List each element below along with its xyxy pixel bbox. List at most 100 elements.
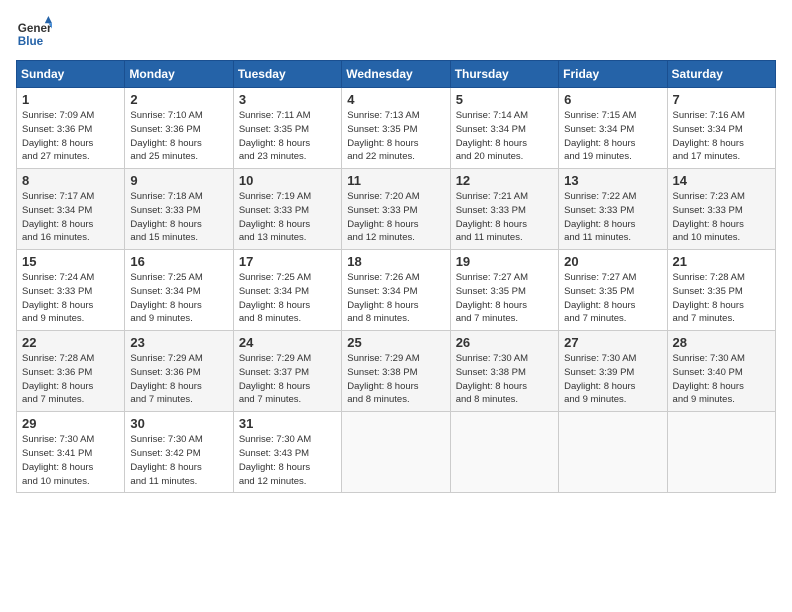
day-number: 8 [22,173,119,188]
day-info: Sunrise: 7:09 AM Sunset: 3:36 PM Dayligh… [22,109,119,164]
calendar-cell [667,412,775,493]
calendar-week-row: 8 Sunrise: 7:17 AM Sunset: 3:34 PM Daylig… [17,169,776,250]
calendar-cell: 31Sunrise: 7:30 AM Sunset: 3:43 PM Dayli… [233,412,341,493]
calendar-week-row: 15 Sunrise: 7:24 AM Sunset: 3:33 PM Dayli… [17,250,776,331]
header-thursday: Thursday [450,61,558,88]
day-number: 24 [239,335,336,350]
day-number: 11 [347,173,444,188]
day-number: 25 [347,335,444,350]
day-info: Sunrise: 7:21 AM Sunset: 3:33 PM Dayligh… [456,190,553,245]
day-info: Sunrise: 7:13 AM Sunset: 3:35 PM Dayligh… [347,109,444,164]
day-number: 3 [239,92,336,107]
calendar-cell [450,412,558,493]
day-number: 14 [673,173,770,188]
calendar-cell: 29 Sunrise: 7:30 AM Sunset: 3:41 PM Dayli… [17,412,125,493]
day-info: Sunrise: 7:19 AM Sunset: 3:33 PM Dayligh… [239,190,336,245]
calendar-cell: 20Sunrise: 7:27 AM Sunset: 3:35 PM Dayli… [559,250,667,331]
header-tuesday: Tuesday [233,61,341,88]
day-info: Sunrise: 7:25 AM Sunset: 3:34 PM Dayligh… [130,271,227,326]
calendar-cell: 25 Sunrise: 7:29 AM Sunset: 3:38 PM Dayli… [342,331,450,412]
day-number: 28 [673,335,770,350]
svg-text:Blue: Blue [18,35,44,48]
header-saturday: Saturday [667,61,775,88]
calendar-cell: 10 Sunrise: 7:19 AM Sunset: 3:33 PM Dayli… [233,169,341,250]
day-info: Sunrise: 7:30 AM Sunset: 3:41 PM Dayligh… [22,433,119,488]
day-info: Sunrise: 7:15 AM Sunset: 3:34 PM Dayligh… [564,109,661,164]
day-number: 9 [130,173,227,188]
header-wednesday: Wednesday [342,61,450,88]
calendar-week-row: 1Sunrise: 7:09 AM Sunset: 3:36 PM Daylig… [17,88,776,169]
logo-icon: General Blue [16,16,52,52]
day-number: 7 [673,92,770,107]
day-info: Sunrise: 7:30 AM Sunset: 3:39 PM Dayligh… [564,352,661,407]
calendar-week-row: 22 Sunrise: 7:28 AM Sunset: 3:36 PM Dayli… [17,331,776,412]
calendar-cell: 24 Sunrise: 7:29 AM Sunset: 3:37 PM Dayli… [233,331,341,412]
day-info: Sunrise: 7:29 AM Sunset: 3:36 PM Dayligh… [130,352,227,407]
calendar-cell: 5Sunrise: 7:14 AM Sunset: 3:34 PM Daylig… [450,88,558,169]
day-info: Sunrise: 7:22 AM Sunset: 3:33 PM Dayligh… [564,190,661,245]
calendar-cell: 4 Sunrise: 7:13 AM Sunset: 3:35 PM Daylig… [342,88,450,169]
day-number: 10 [239,173,336,188]
day-info: Sunrise: 7:20 AM Sunset: 3:33 PM Dayligh… [347,190,444,245]
calendar-cell: 27 Sunrise: 7:30 AM Sunset: 3:39 PM Dayli… [559,331,667,412]
day-info: Sunrise: 7:30 AM Sunset: 3:43 PM Dayligh… [239,433,336,488]
day-info: Sunrise: 7:27 AM Sunset: 3:35 PM Dayligh… [456,271,553,326]
day-number: 17 [239,254,336,269]
day-number: 5 [456,92,553,107]
day-info: Sunrise: 7:28 AM Sunset: 3:35 PM Dayligh… [673,271,770,326]
day-number: 4 [347,92,444,107]
day-number: 2 [130,92,227,107]
calendar-cell [342,412,450,493]
calendar-cell: 6 Sunrise: 7:15 AM Sunset: 3:34 PM Daylig… [559,88,667,169]
day-info: Sunrise: 7:29 AM Sunset: 3:37 PM Dayligh… [239,352,336,407]
day-number: 6 [564,92,661,107]
calendar-cell: 28 Sunrise: 7:30 AM Sunset: 3:40 PM Dayli… [667,331,775,412]
header-sunday: Sunday [17,61,125,88]
day-number: 16 [130,254,227,269]
day-number: 30 [130,416,227,431]
day-info: Sunrise: 7:16 AM Sunset: 3:34 PM Dayligh… [673,109,770,164]
day-info: Sunrise: 7:25 AM Sunset: 3:34 PM Dayligh… [239,271,336,326]
calendar-cell: 21 Sunrise: 7:28 AM Sunset: 3:35 PM Dayli… [667,250,775,331]
calendar-cell: 18 Sunrise: 7:26 AM Sunset: 3:34 PM Dayli… [342,250,450,331]
day-info: Sunrise: 7:30 AM Sunset: 3:42 PM Dayligh… [130,433,227,488]
day-number: 15 [22,254,119,269]
calendar-cell: 15 Sunrise: 7:24 AM Sunset: 3:33 PM Dayli… [17,250,125,331]
calendar-cell: 14 Sunrise: 7:23 AM Sunset: 3:33 PM Dayli… [667,169,775,250]
calendar-cell: 26Sunrise: 7:30 AM Sunset: 3:38 PM Dayli… [450,331,558,412]
calendar-cell: 3 Sunrise: 7:11 AM Sunset: 3:35 PM Daylig… [233,88,341,169]
day-number: 22 [22,335,119,350]
day-number: 13 [564,173,661,188]
day-number: 12 [456,173,553,188]
day-info: Sunrise: 7:28 AM Sunset: 3:36 PM Dayligh… [22,352,119,407]
calendar-cell: 12 Sunrise: 7:21 AM Sunset: 3:33 PM Dayli… [450,169,558,250]
calendar-cell: 22 Sunrise: 7:28 AM Sunset: 3:36 PM Dayli… [17,331,125,412]
day-number: 27 [564,335,661,350]
calendar-cell: 13 Sunrise: 7:22 AM Sunset: 3:33 PM Dayli… [559,169,667,250]
calendar-table: Sunday Monday Tuesday Wednesday Thursday… [16,60,776,493]
calendar-cell: 8 Sunrise: 7:17 AM Sunset: 3:34 PM Daylig… [17,169,125,250]
day-info: Sunrise: 7:18 AM Sunset: 3:33 PM Dayligh… [130,190,227,245]
calendar-cell: 17 Sunrise: 7:25 AM Sunset: 3:34 PM Dayli… [233,250,341,331]
day-number: 19 [456,254,553,269]
day-number: 29 [22,416,119,431]
calendar-cell [559,412,667,493]
day-info: Sunrise: 7:30 AM Sunset: 3:40 PM Dayligh… [673,352,770,407]
day-info: Sunrise: 7:11 AM Sunset: 3:35 PM Dayligh… [239,109,336,164]
day-number: 23 [130,335,227,350]
logo: General Blue [16,16,52,52]
day-number: 18 [347,254,444,269]
calendar-cell: 11 Sunrise: 7:20 AM Sunset: 3:33 PM Dayli… [342,169,450,250]
calendar-cell: 23 Sunrise: 7:29 AM Sunset: 3:36 PM Dayli… [125,331,233,412]
day-number: 26 [456,335,553,350]
calendar-week-row: 29 Sunrise: 7:30 AM Sunset: 3:41 PM Dayli… [17,412,776,493]
day-info: Sunrise: 7:26 AM Sunset: 3:34 PM Dayligh… [347,271,444,326]
day-number: 20 [564,254,661,269]
day-number: 21 [673,254,770,269]
page-header: General Blue [16,16,776,52]
calendar-cell: 30 Sunrise: 7:30 AM Sunset: 3:42 PM Dayli… [125,412,233,493]
day-info: Sunrise: 7:29 AM Sunset: 3:38 PM Dayligh… [347,352,444,407]
day-info: Sunrise: 7:24 AM Sunset: 3:33 PM Dayligh… [22,271,119,326]
day-info: Sunrise: 7:17 AM Sunset: 3:34 PM Dayligh… [22,190,119,245]
day-info: Sunrise: 7:23 AM Sunset: 3:33 PM Dayligh… [673,190,770,245]
